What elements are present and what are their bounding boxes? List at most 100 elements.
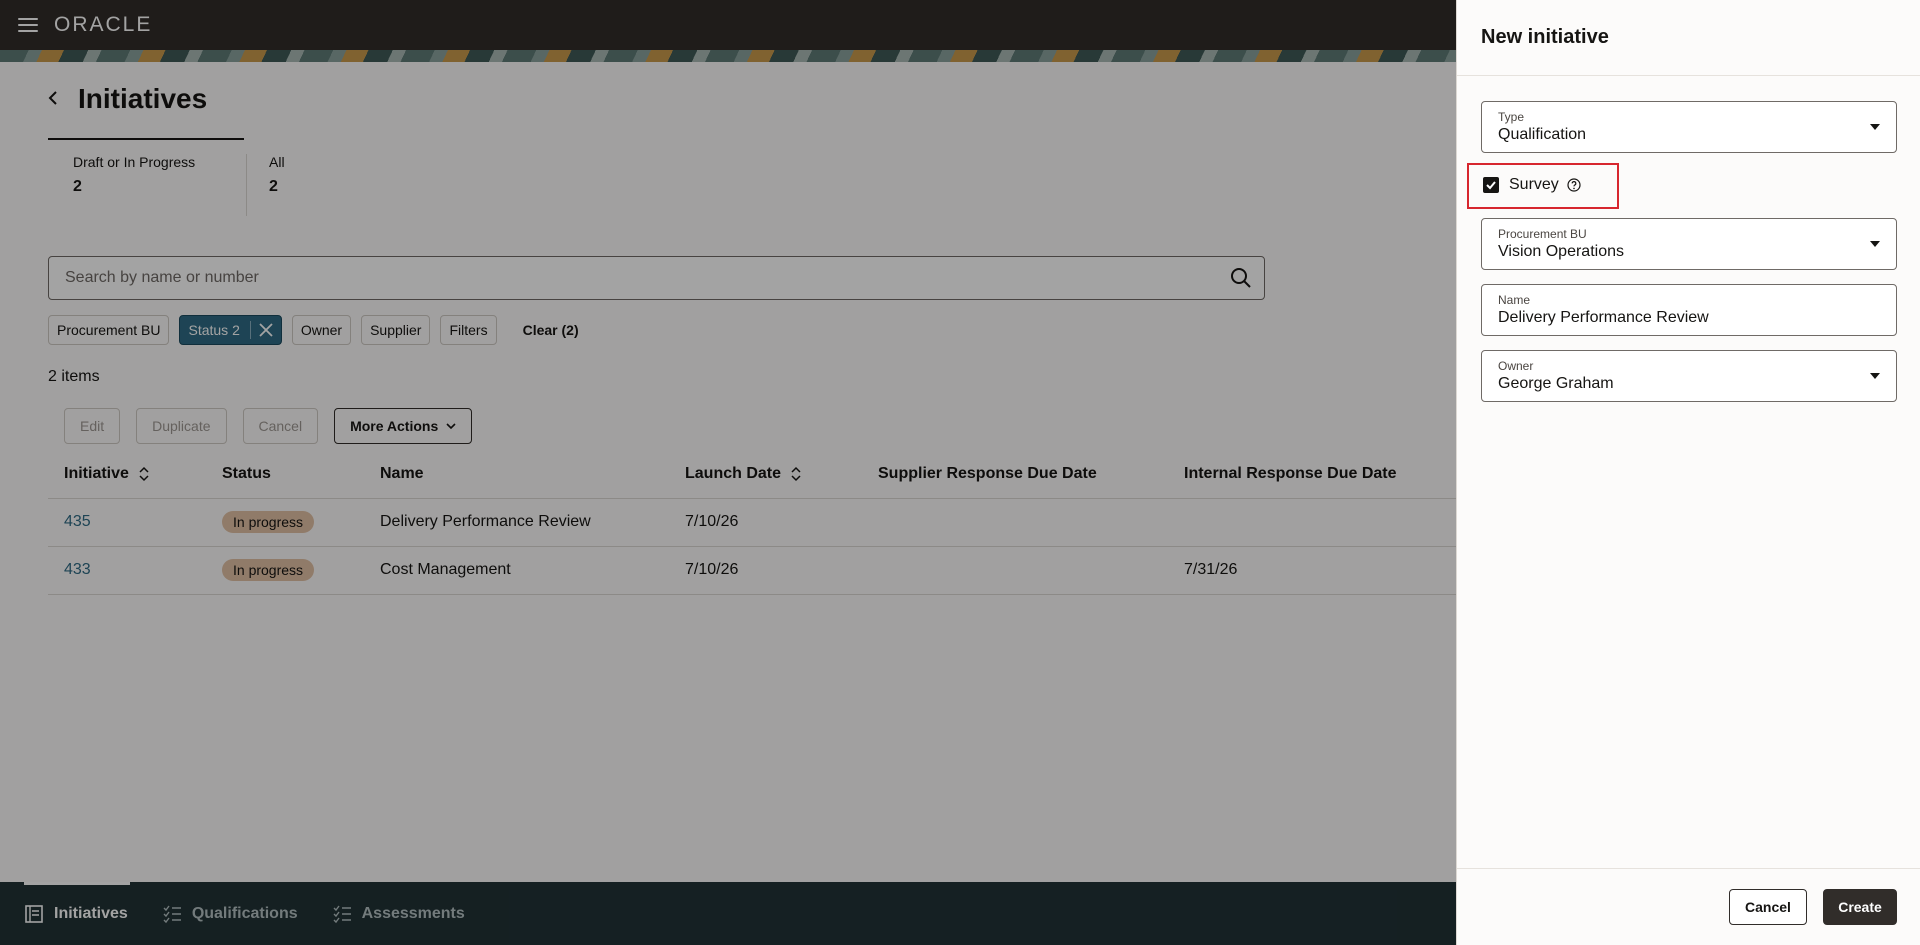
tile-divider	[246, 154, 247, 216]
initiatives-table: Initiative Status Name Launch Date Suppl…	[48, 450, 1456, 595]
table-row[interactable]: 433 In progress Cost Management 7/10/26 …	[48, 546, 1456, 595]
cell-supplier-due	[862, 498, 1168, 547]
col-label: Initiative	[64, 464, 129, 482]
chip-supplier[interactable]: Supplier	[361, 315, 431, 345]
chip-status[interactable]: Status 2	[179, 315, 282, 345]
sort-icon[interactable]	[139, 466, 149, 482]
tile-all[interactable]: All 2	[269, 154, 285, 196]
clear-filters-link[interactable]: Clear (2)	[523, 322, 579, 338]
field-label: Procurement BU	[1498, 227, 1587, 241]
cell-name: Delivery Performance Review	[364, 498, 669, 547]
caret-down-icon	[1870, 241, 1880, 247]
field-label: Type	[1498, 110, 1525, 124]
new-initiative-drawer: New initiative Type Qualification Survey…	[1456, 0, 1920, 945]
check-icon	[1486, 181, 1496, 190]
col-internal-response-due-date: Internal Response Due Date	[1168, 450, 1456, 499]
field-label: Owner	[1498, 359, 1534, 373]
app-header: ORACLE	[0, 0, 1456, 50]
col-status: Status	[206, 450, 364, 499]
survey-label: Survey	[1509, 176, 1559, 193]
tile-count: 2	[269, 178, 278, 195]
table-row[interactable]: 435 In progress Delivery Performance Rev…	[48, 498, 1456, 547]
remove-filter-icon[interactable]	[249, 321, 273, 339]
chip-label: Owner	[300, 322, 343, 338]
drawer-title: New initiative	[1481, 26, 1609, 48]
col-launch-date[interactable]: Launch Date	[669, 450, 862, 499]
cell-launch-date: 7/10/26	[669, 498, 862, 547]
tile-count: 2	[73, 178, 82, 195]
nav-label: Assessments	[361, 904, 465, 922]
oracle-logo: ORACLE	[54, 13, 153, 36]
field-label: Name	[1498, 293, 1531, 307]
divider	[1457, 75, 1920, 76]
duplicate-button[interactable]: Duplicate	[136, 408, 227, 444]
chip-procurement-bu[interactable]: Procurement BU	[48, 315, 170, 345]
create-button[interactable]: Create	[1823, 889, 1897, 925]
tile-draft-in-progress[interactable]: Draft or In Progress 2	[73, 154, 195, 196]
status-badge: In progress	[222, 559, 315, 581]
items-count: 2 items	[48, 368, 100, 385]
type-select[interactable]: Type Qualification	[1481, 101, 1897, 153]
menu-icon[interactable]	[18, 18, 38, 32]
cell-internal-due	[1168, 498, 1456, 547]
table-header-row: Initiative Status Name Launch Date Suppl…	[48, 450, 1456, 499]
col-supplier-response-due-date: Supplier Response Due Date	[862, 450, 1168, 499]
chip-label: Filters	[449, 322, 488, 338]
more-actions-label: More Actions	[350, 418, 439, 434]
cancel-button[interactable]: Cancel	[1729, 889, 1807, 925]
survey-checkbox-row[interactable]: Survey	[1483, 176, 1581, 194]
nav-label: Qualifications	[191, 904, 298, 922]
nav-assessments[interactable]: Assessments	[332, 882, 465, 945]
edit-button[interactable]: Edit	[64, 408, 121, 444]
field-value: Vision Operations	[1498, 243, 1624, 260]
survey-checkbox[interactable]	[1483, 177, 1499, 193]
search-input[interactable]	[49, 257, 1230, 299]
tile-label: All	[269, 154, 285, 170]
caret-down-icon	[1870, 373, 1880, 379]
chip-filters[interactable]: Filters	[440, 315, 497, 345]
chip-label: Supplier	[370, 322, 422, 338]
chip-label: Status 2	[188, 322, 240, 338]
tile-label: Draft or In Progress	[73, 154, 196, 170]
more-actions-button[interactable]: More Actions	[334, 408, 473, 444]
page-title: Initiatives	[78, 83, 208, 114]
cell-launch-date: 7/10/26	[669, 546, 862, 595]
chip-label: Procurement BU	[57, 322, 161, 338]
procurement-bu-select[interactable]: Procurement BU Vision Operations	[1481, 218, 1897, 270]
checklist-icon	[163, 905, 181, 923]
divider	[1457, 868, 1920, 869]
chip-owner[interactable]: Owner	[291, 315, 352, 345]
name-field[interactable]: Name Delivery Performance Review	[1481, 284, 1897, 336]
initiative-link[interactable]: 433	[64, 561, 91, 578]
nav-initiatives[interactable]: Initiatives	[24, 882, 130, 945]
initiative-link[interactable]: 435	[64, 513, 91, 530]
field-value: Qualification	[1498, 126, 1587, 143]
document-icon	[25, 904, 43, 923]
owner-select[interactable]: Owner George Graham	[1481, 350, 1897, 402]
col-label: Launch Date	[685, 464, 782, 482]
col-name: Name	[364, 450, 669, 499]
sort-icon[interactable]	[791, 466, 801, 482]
decorative-banner	[0, 50, 1456, 62]
main-content: Initiatives Draft or In Progress 2 All 2…	[0, 62, 1456, 882]
cancel-initiative-button[interactable]: Cancel	[242, 408, 319, 444]
field-value: George Graham	[1498, 375, 1614, 392]
cell-supplier-due	[862, 546, 1168, 595]
filter-chips: Procurement BU Status 2 Owner Supplier F…	[48, 315, 579, 345]
col-initiative[interactable]: Initiative	[48, 450, 206, 499]
help-icon[interactable]	[1567, 178, 1581, 192]
chevron-down-icon	[446, 423, 456, 430]
search-bar	[48, 256, 1265, 300]
caret-down-icon	[1870, 124, 1880, 130]
back-icon[interactable]	[44, 88, 64, 108]
search-icon[interactable]	[1230, 267, 1252, 289]
checklist-icon	[333, 905, 351, 923]
status-badge: In progress	[222, 511, 315, 533]
nav-qualifications[interactable]: Qualifications	[162, 882, 298, 945]
cell-name: Cost Management	[364, 546, 669, 595]
action-toolbar: Edit Duplicate Cancel More Actions	[64, 408, 488, 444]
cell-internal-due: 7/31/26	[1168, 546, 1456, 595]
nav-label: Initiatives	[54, 904, 128, 922]
title-underline	[48, 138, 244, 140]
bottom-navigation: Initiatives Qualifications Assessments	[0, 882, 1456, 945]
